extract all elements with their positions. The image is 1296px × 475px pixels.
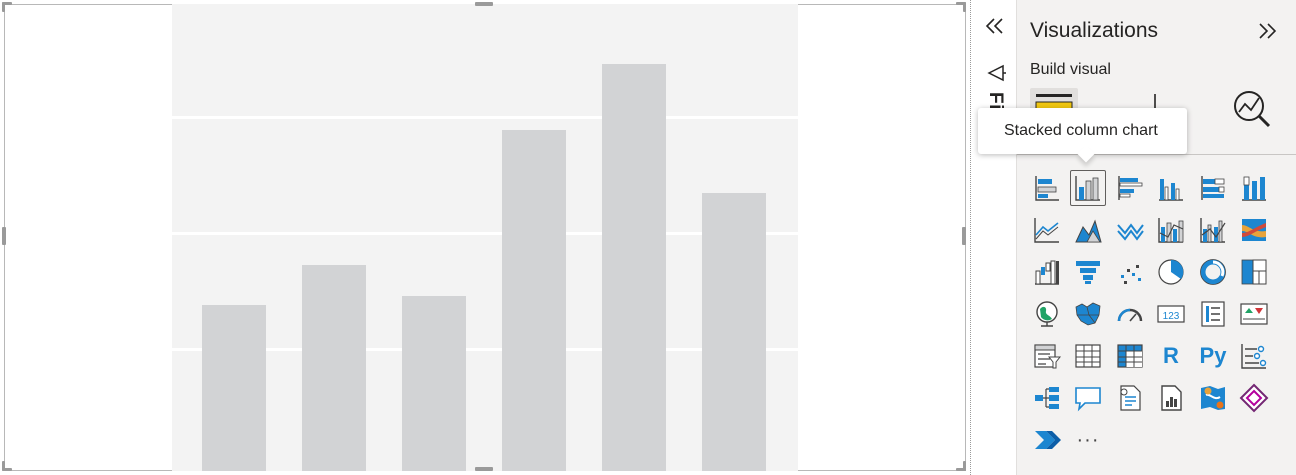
donut-chart-icon[interactable] [1195,254,1231,290]
py-label: Py [1199,343,1227,368]
resize-handle-left[interactable] [2,227,6,245]
placeholder-bar [702,193,766,471]
matrix-icon[interactable] [1112,338,1148,374]
gauge-icon[interactable] [1112,296,1148,332]
resize-handle-corner[interactable] [2,2,5,12]
double-chevron-right-icon[interactable] [1255,19,1279,43]
placeholder-bar [502,130,566,471]
line-and-stacked-column-icon[interactable] [1153,212,1189,248]
area-chart-icon[interactable] [1070,212,1106,248]
placeholder-bar [302,265,366,471]
build-visual-label: Build visual [1030,61,1111,78]
multi-row-card-icon[interactable] [1195,296,1231,332]
filters-pane[interactable]: Filters [970,0,1017,475]
resize-handle-corner[interactable] [963,2,966,12]
resize-handle-top[interactable] [475,2,493,6]
visualizations-title: Visualizations [1030,19,1159,42]
power-apps-icon[interactable] [1236,380,1272,416]
placeholder-bar [202,305,266,471]
gridline [172,116,798,119]
paginated-report-icon[interactable] [1153,380,1189,416]
visualizations-pane: Visualizations Build visual 123 R Py ··· [1017,0,1296,475]
r-script-visual-icon[interactable]: R [1153,338,1189,374]
report-canvas[interactable] [0,0,970,475]
scatter-chart-icon[interactable] [1112,254,1148,290]
more-visuals-label: ··· [1076,428,1100,451]
tooltip-text: Stacked column chart [1004,122,1158,139]
resize-handle-right[interactable] [962,227,966,245]
ribbon-chart-icon[interactable] [1236,212,1272,248]
qa-icon[interactable] [1070,380,1106,416]
kpi-icon[interactable] [1236,296,1272,332]
power-automate-icon[interactable] [1029,422,1065,458]
double-chevron-left-icon[interactable] [983,14,1007,38]
placeholder-bar [602,64,666,471]
line-and-clustered-column-icon[interactable] [1195,212,1231,248]
clustered-bar-chart-icon[interactable] [1112,170,1148,206]
visual-tooltip: Stacked column chart [978,108,1187,163]
resize-handle-bottom[interactable] [475,467,493,471]
stacked-area-chart-icon[interactable] [1112,212,1148,248]
decomposition-tree-icon[interactable] [1029,380,1065,416]
pane-divider [1017,154,1296,155]
card-value-label: 123 [1163,311,1180,322]
key-influencers-icon[interactable] [1236,338,1272,374]
clustered-column-chart-icon[interactable] [1153,170,1189,206]
100-stacked-column-chart-icon[interactable] [1236,170,1272,206]
azure-map-icon[interactable] [1195,380,1231,416]
python-visual-icon[interactable]: Py [1195,338,1231,374]
line-chart-icon[interactable] [1029,212,1065,248]
map-icon[interactable] [1029,296,1065,332]
filled-map-icon[interactable] [1070,296,1106,332]
placeholder-bar [402,296,466,471]
stacked-bar-chart-icon[interactable] [1029,170,1065,206]
treemap-icon[interactable] [1236,254,1272,290]
pie-chart-icon[interactable] [1153,254,1189,290]
placeholder-column-chart[interactable] [172,4,798,471]
more-visuals-icon[interactable]: ··· [1070,422,1106,458]
waterfall-chart-icon[interactable] [1029,254,1065,290]
table-icon[interactable] [1070,338,1106,374]
slicer-icon[interactable] [1029,338,1065,374]
funnel-icon [987,64,1006,82]
r-label: R [1163,343,1179,368]
analytics-tab-icon[interactable] [1231,88,1273,128]
resize-handle-corner[interactable] [963,461,966,471]
stacked-column-chart-icon[interactable] [1070,170,1106,206]
funnel-chart-icon[interactable] [1070,254,1106,290]
resize-handle-corner[interactable] [2,461,5,471]
card-icon[interactable]: 123 [1153,296,1189,332]
smart-narrative-icon[interactable] [1112,380,1148,416]
100-stacked-bar-chart-icon[interactable] [1195,170,1231,206]
